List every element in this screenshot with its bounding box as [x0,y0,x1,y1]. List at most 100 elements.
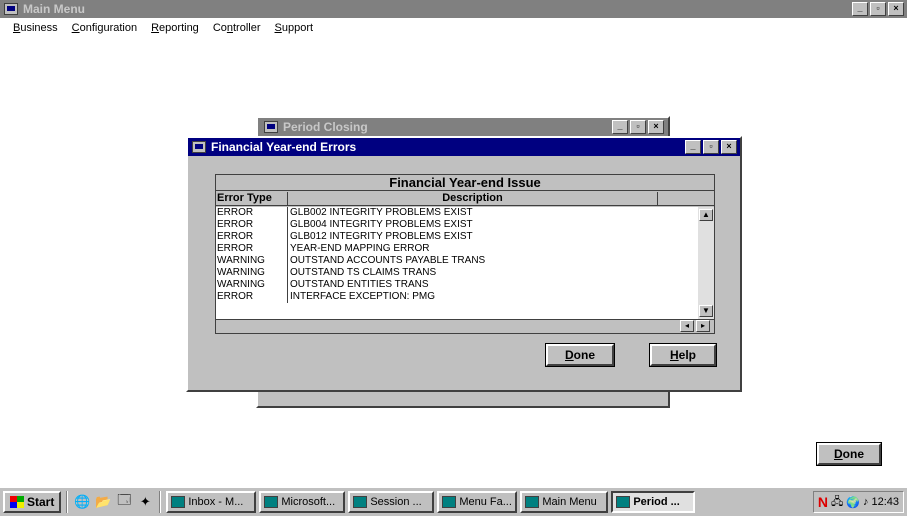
taskbar-separator [159,491,162,513]
system-tray: N 🖧 🌍 ♪ 12:43 [812,491,904,513]
cell-description: YEAR-END MAPPING ERROR [290,243,430,254]
menu-bar: Business Configuration Reporting Controller… [0,19,907,37]
task-app-icon [525,496,540,508]
cell-error-type: WARNING [216,267,288,279]
taskbar-button[interactable]: Main Menu [520,491,609,513]
menu-reporting[interactable]: Reporting [151,22,199,34]
table-row[interactable]: ERROR GLB004 INTEGRITY PROBLEMS EXIST [216,219,658,231]
period-closing-title: Period Closing [283,120,368,134]
dialog-done-button[interactable]: Done [545,343,615,367]
vertical-scrollbar[interactable]: ▲ ▼ [698,207,714,319]
clock[interactable]: 12:43 [871,496,899,508]
cell-error-type: ERROR [216,243,288,255]
dialog-help-button[interactable]: Help [649,343,717,367]
taskbar-button-label: Main Menu [542,496,597,508]
main-caption-buttons: _ ▫ × [852,2,904,16]
table-row[interactable]: WARNING OUTSTAND ACCOUNTS PAYABLE TRANS [216,255,658,267]
start-label: Start [27,495,55,509]
table-row[interactable]: WARNING OUTSTAND ENTITIES TRANS [216,279,658,291]
column-header-error-type[interactable]: Error Type [216,192,288,205]
column-header-description[interactable]: Description [288,192,658,205]
cell-description: INTERFACE EXCEPTION: PMG [290,291,436,302]
taskbar-button-label: Period ... [633,496,680,508]
taskbar-button[interactable]: Session ... [348,491,435,513]
period-caption-buttons: _ ▫ × [612,120,664,134]
main-done-button[interactable]: Done [816,442,882,466]
main-window-titlebar: Main Menu _ ▫ × [0,0,907,18]
maximize-icon[interactable]: ▫ [703,140,719,154]
taskbar-button[interactable]: Period ... [611,491,696,513]
minimize-icon[interactable]: _ [612,120,628,134]
menu-support[interactable]: Support [275,22,314,34]
cell-error-type: ERROR [216,231,288,243]
cell-description: OUTSTAND ACCOUNTS PAYABLE TRANS [290,255,486,266]
norton-icon[interactable]: N [818,494,828,510]
taskbar-button-label: Microsoft... [281,496,336,508]
cell-description: OUTSTAND TS CLAIMS TRANS [290,267,437,278]
cell-description: GLB002 INTEGRITY PROBLEMS EXIST [290,207,473,218]
taskbar-button[interactable]: Microsoft... [259,491,346,513]
financial-errors-dialog: Financial Year-end Errors _ ▫ × Financia… [186,136,742,392]
close-icon[interactable]: × [721,140,737,154]
close-icon[interactable]: × [888,2,904,16]
menu-controller[interactable]: Controller [213,22,261,34]
grid-title: Financial Year-end Issue [216,175,714,191]
minimize-icon[interactable]: _ [852,2,868,16]
volume-icon[interactable]: ♪ [863,496,869,508]
task-app-icon [442,496,457,508]
taskbar-button[interactable]: Menu Fa... [437,491,518,513]
cell-description: OUTSTAND ENTITIES TRANS [290,279,429,290]
scroll-up-icon[interactable]: ▲ [699,209,713,221]
dialog-title: Financial Year-end Errors [211,140,357,154]
start-button[interactable]: Start [3,491,62,513]
grid-header: Error Type Description [216,192,714,206]
cell-error-type: WARNING [216,279,288,291]
taskbar: Start 🌐 📂 🗔 ✦ Inbox - M... Microsoft... Se… [0,486,907,516]
task-app-icon [171,496,186,508]
issue-grid: Financial Year-end Issue Error Type Desc… [215,174,715,334]
taskbar-separator [66,491,69,513]
period-closing-titlebar: Period Closing [258,118,668,136]
cell-error-type: ERROR [216,207,288,219]
period-window-icon [264,121,278,133]
table-row[interactable]: ERROR INTERFACE EXCEPTION: PMG [216,291,658,303]
scroll-down-icon[interactable]: ▼ [699,305,713,317]
grid-scroll-area: ▲ ▼ [658,207,714,319]
cell-error-type: ERROR [216,291,288,303]
minimize-icon[interactable]: _ [685,140,701,154]
maximize-icon[interactable]: ▫ [630,120,646,134]
table-row[interactable]: ERROR GLB002 INTEGRITY PROBLEMS EXIST [216,207,658,219]
globe-icon[interactable]: 🌍 [846,496,860,509]
network-icon[interactable]: 🖧 [831,493,843,512]
menu-configuration[interactable]: Configuration [72,22,137,34]
taskbar-button-label: Inbox - M... [188,496,244,508]
table-row[interactable]: ERROR YEAR-END MAPPING ERROR [216,243,658,255]
main-window-title: Main Menu [23,2,85,16]
windows-logo-icon [10,496,24,508]
internet-explorer-icon[interactable]: 🌐 [73,493,91,511]
task-app-icon [353,496,368,508]
maximize-icon[interactable]: ▫ [870,2,886,16]
dialog-caption-buttons: _ ▫ × [685,140,737,154]
task-app-icon [264,496,279,508]
desktop-icon[interactable]: 🗔 [115,492,133,511]
cell-error-type: WARNING [216,255,288,267]
channels-icon[interactable]: ✦ [136,493,154,511]
grid-nav-right-icon[interactable]: ▸ [696,320,710,332]
grid-footer: ◂ ▸ [216,319,714,333]
dialog-window-icon [192,141,206,153]
task-app-icon [616,496,631,508]
taskbar-button-label: Menu Fa... [459,496,512,508]
table-row[interactable]: ERROR GLB012 INTEGRITY PROBLEMS EXIST [216,231,658,243]
table-row[interactable]: WARNING OUTSTAND TS CLAIMS TRANS [216,267,658,279]
close-icon[interactable]: × [648,120,664,134]
outlook-icon[interactable]: 📂 [94,493,112,511]
grid-nav-left-icon[interactable]: ◂ [680,320,694,332]
dialog-titlebar: Financial Year-end Errors [188,138,740,156]
cell-description: GLB004 INTEGRITY PROBLEMS EXIST [290,219,473,230]
task-buttons: Inbox - M... Microsoft... Session ... Menu … [166,491,696,513]
taskbar-button-label: Session ... [370,496,422,508]
cell-description: GLB012 INTEGRITY PROBLEMS EXIST [290,231,473,242]
menu-business[interactable]: Business [13,22,58,34]
taskbar-button[interactable]: Inbox - M... [166,491,257,513]
